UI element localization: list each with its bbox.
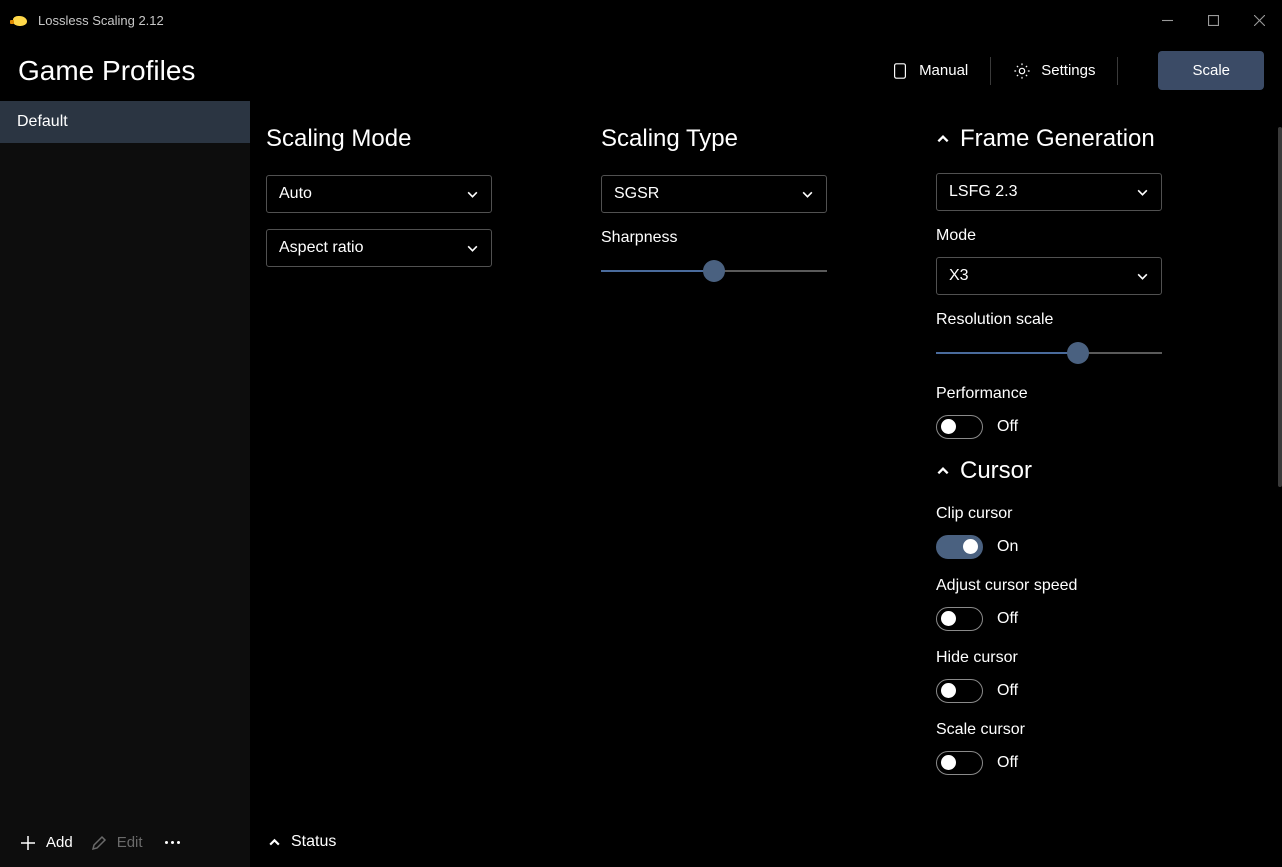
scaling-type-value: SGSR	[614, 185, 659, 203]
sharpness-label: Sharpness	[601, 229, 922, 247]
slider-fill	[936, 352, 1078, 354]
status-label: Status	[291, 833, 336, 851]
chevron-down-icon	[801, 188, 814, 201]
adjust-cursor-label: Adjust cursor speed	[936, 577, 1262, 595]
chevron-down-icon	[466, 188, 479, 201]
adjust-cursor-toggle[interactable]	[936, 607, 983, 631]
settings-button[interactable]: Settings	[1011, 56, 1097, 86]
manual-button[interactable]: Manual	[889, 56, 970, 86]
toggle-thumb	[941, 611, 956, 626]
cursor-heading: Cursor	[960, 457, 1032, 485]
edit-profile-button[interactable]: Edit	[91, 834, 143, 851]
chevron-up-icon	[936, 464, 950, 478]
window-controls	[1144, 0, 1282, 40]
chevron-down-icon	[1136, 186, 1149, 199]
framegen-mode-select[interactable]: X3	[936, 257, 1162, 295]
resolution-scale-label: Resolution scale	[936, 311, 1262, 329]
chevron-down-icon	[466, 242, 479, 255]
divider	[990, 57, 991, 85]
scaling-type-section: Scaling Type SGSR Sharpness	[601, 125, 922, 867]
performance-toggle[interactable]	[936, 415, 983, 439]
hide-cursor-toggle-row: Off	[936, 679, 1262, 703]
performance-label: Performance	[936, 385, 1262, 403]
content: Default Add Edit Scaling Mode Auto Aspec…	[0, 101, 1282, 867]
add-label: Add	[46, 834, 73, 851]
slider-thumb[interactable]	[1067, 342, 1089, 364]
manual-label: Manual	[919, 62, 968, 79]
scale-cursor-toggle[interactable]	[936, 751, 983, 775]
chevron-up-icon	[936, 132, 950, 146]
scale-cursor-label: Scale cursor	[936, 721, 1262, 739]
chevron-up-icon	[268, 836, 281, 849]
hide-cursor-toggle[interactable]	[936, 679, 983, 703]
toggle-thumb	[941, 683, 956, 698]
edit-label: Edit	[117, 834, 143, 851]
adjust-cursor-toggle-row: Off	[936, 607, 1262, 631]
scaling-fit-select[interactable]: Aspect ratio	[266, 229, 492, 267]
manual-icon	[891, 62, 909, 80]
sidebar: Default Add Edit	[0, 101, 250, 867]
divider	[1117, 57, 1118, 85]
settings-label: Settings	[1041, 62, 1095, 79]
scaling-mode-heading: Scaling Mode	[266, 125, 587, 153]
clip-cursor-label: Clip cursor	[936, 505, 1262, 523]
plus-icon	[20, 835, 36, 851]
minimize-button[interactable]	[1144, 0, 1190, 40]
close-button[interactable]	[1236, 0, 1282, 40]
slider-fill	[601, 270, 714, 272]
performance-state: Off	[997, 418, 1018, 436]
status-expander[interactable]: Status	[268, 833, 336, 851]
framegen-algo-value: LSFG 2.3	[949, 183, 1017, 201]
frame-generation-header[interactable]: Frame Generation	[936, 125, 1262, 153]
pencil-icon	[91, 835, 107, 851]
right-column: Frame Generation LSFG 2.3 Mode X3 Resolu…	[936, 125, 1266, 865]
cursor-header[interactable]: Cursor	[936, 457, 1262, 485]
resolution-scale-slider[interactable]	[936, 341, 1162, 365]
sharpness-slider[interactable]	[601, 259, 827, 283]
framegen-mode-label: Mode	[936, 227, 1262, 245]
topbar: Game Profiles Manual Settings Scale	[0, 40, 1282, 101]
clip-cursor-toggle[interactable]	[936, 535, 983, 559]
sidebar-item-default[interactable]: Default	[0, 101, 250, 143]
scaling-mode-section: Scaling Mode Auto Aspect ratio	[266, 125, 587, 867]
clip-cursor-state: On	[997, 538, 1018, 556]
page-title: Game Profiles	[18, 55, 195, 87]
chevron-down-icon	[1136, 270, 1149, 283]
scaling-mode-value: Auto	[279, 185, 312, 203]
scale-cursor-state: Off	[997, 754, 1018, 772]
hide-cursor-label: Hide cursor	[936, 649, 1262, 667]
toggle-thumb	[941, 755, 956, 770]
framegen-mode-value: X3	[949, 267, 969, 285]
framegen-algo-select[interactable]: LSFG 2.3	[936, 173, 1162, 211]
window-title: Lossless Scaling 2.12	[38, 13, 164, 28]
frame-generation-heading: Frame Generation	[960, 125, 1155, 153]
toggle-thumb	[963, 539, 978, 554]
scaling-mode-select[interactable]: Auto	[266, 175, 492, 213]
slider-thumb[interactable]	[703, 260, 725, 282]
scale-cursor-toggle-row: Off	[936, 751, 1262, 775]
performance-toggle-row: Off	[936, 415, 1262, 439]
toggle-thumb	[941, 419, 956, 434]
titlebar: Lossless Scaling 2.12	[0, 0, 1282, 40]
adjust-cursor-state: Off	[997, 610, 1018, 628]
scale-button[interactable]: Scale	[1158, 51, 1264, 90]
hide-cursor-state: Off	[997, 682, 1018, 700]
scrollbar[interactable]	[1278, 127, 1282, 487]
more-button[interactable]	[161, 837, 184, 848]
scaling-type-select[interactable]: SGSR	[601, 175, 827, 213]
gear-icon	[1013, 62, 1031, 80]
sidebar-footer: Add Edit	[0, 818, 250, 867]
add-profile-button[interactable]: Add	[20, 834, 73, 851]
clip-cursor-toggle-row: On	[936, 535, 1262, 559]
maximize-button[interactable]	[1190, 0, 1236, 40]
main: Scaling Mode Auto Aspect ratio Scaling T…	[250, 101, 1282, 867]
scaling-type-heading: Scaling Type	[601, 125, 922, 153]
scaling-fit-value: Aspect ratio	[279, 239, 363, 257]
app-icon	[12, 12, 28, 28]
